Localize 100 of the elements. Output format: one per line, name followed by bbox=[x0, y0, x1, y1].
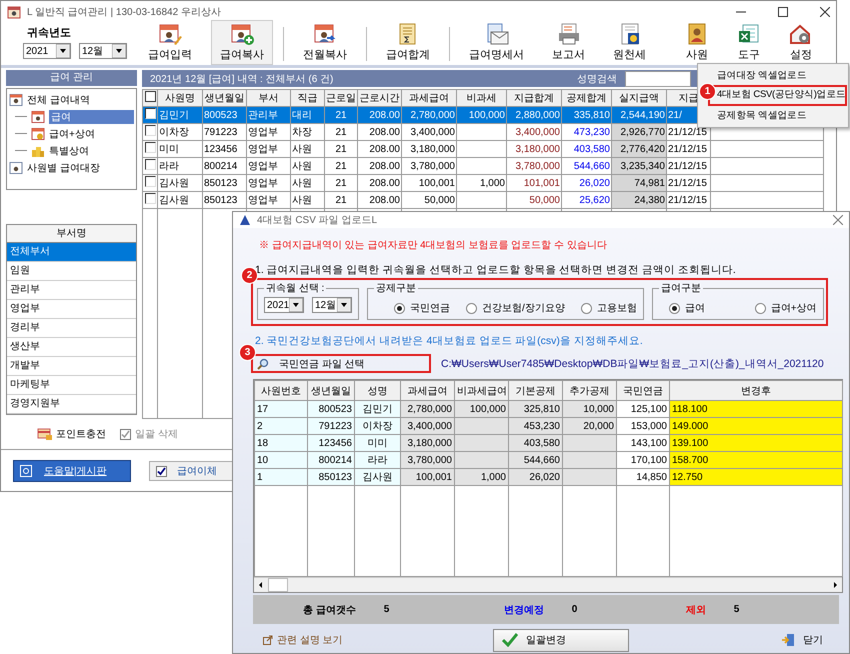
row-checkbox[interactable] bbox=[144, 193, 156, 204]
table-cell[interactable]: 50,000 bbox=[402, 192, 456, 208]
table-cell[interactable]: 2,776,420 bbox=[612, 140, 666, 158]
department-item[interactable]: 영업부 bbox=[7, 300, 136, 319]
table-cell[interactable]: 101,001 bbox=[506, 174, 562, 192]
table-cell[interactable]: 이차장 bbox=[158, 124, 202, 140]
toolbar-button[interactable]: 보고서 bbox=[543, 20, 594, 65]
month-dropdown[interactable]: 12월 bbox=[312, 297, 352, 313]
close-icon[interactable] bbox=[820, 7, 830, 17]
table-cell[interactable] bbox=[456, 124, 506, 140]
year-dropdown[interactable]: 2021 bbox=[264, 297, 304, 313]
table-cell[interactable]: 850123 bbox=[202, 192, 246, 208]
row-checkbox[interactable] bbox=[144, 142, 156, 153]
transfer-checkbox[interactable]: 급여이체 bbox=[149, 461, 235, 481]
table-cell[interactable]: 21 bbox=[324, 192, 358, 208]
table-cell[interactable]: 21/12/15 bbox=[666, 158, 710, 174]
tree-item[interactable]: 전체 급여내역 bbox=[9, 91, 134, 108]
toolbar-button[interactable]: 원천세 bbox=[604, 20, 655, 65]
radio-button[interactable]: 급여 bbox=[668, 301, 705, 315]
table-cell[interactable]: 800523 bbox=[202, 106, 246, 124]
toolbar-button[interactable]: 급여입력 bbox=[139, 20, 201, 65]
table-cell[interactable]: 사원 bbox=[290, 140, 324, 158]
row-checkbox[interactable] bbox=[144, 176, 156, 187]
table-cell[interactable]: 2,926,770 bbox=[612, 124, 666, 140]
table-cell[interactable]: 800214 bbox=[202, 158, 246, 174]
table-cell[interactable] bbox=[456, 158, 506, 174]
table-cell[interactable]: 2,544,190 bbox=[612, 106, 666, 124]
table-cell[interactable]: 123456 bbox=[202, 140, 246, 158]
toolbar-button[interactable]: 급여복사 bbox=[211, 20, 273, 65]
table-cell[interactable]: 사원 bbox=[290, 174, 324, 192]
radio-button[interactable]: 급여+상여 bbox=[754, 301, 817, 315]
dropdown-arrow-icon[interactable] bbox=[289, 298, 303, 312]
table-cell[interactable]: 208.00 bbox=[358, 158, 402, 174]
table-cell[interactable]: 208.00 bbox=[358, 106, 402, 124]
table-cell[interactable]: 3,400,000 bbox=[402, 124, 456, 140]
point-charge-button[interactable]: 포인트충전 bbox=[37, 427, 106, 441]
table-cell[interactable]: 미미 bbox=[158, 140, 202, 158]
department-item[interactable]: 경영지원부 bbox=[7, 395, 136, 414]
table-cell[interactable]: 영업부 bbox=[246, 174, 290, 192]
department-item[interactable]: 전체부서 bbox=[7, 243, 136, 262]
apply-button[interactable]: 일괄변경 bbox=[493, 628, 629, 652]
help-board-button[interactable]: 도움말|게시판 bbox=[13, 460, 131, 482]
table-cell[interactable]: 3,400,000 bbox=[506, 124, 562, 140]
table-cell[interactable]: 영업부 bbox=[246, 192, 290, 208]
table-cell[interactable]: 김사원 bbox=[158, 174, 202, 192]
table-cell[interactable]: 21 bbox=[324, 158, 358, 174]
table-cell[interactable]: 21/12/15 bbox=[666, 192, 710, 208]
table-cell[interactable]: 21 bbox=[324, 124, 358, 140]
table-cell[interactable]: 대리 bbox=[290, 106, 324, 124]
select-all-checkbox[interactable] bbox=[144, 91, 156, 102]
table-cell[interactable] bbox=[456, 192, 506, 208]
table-cell[interactable]: 100,000 bbox=[456, 106, 506, 124]
table-cell[interactable]: 영업부 bbox=[246, 140, 290, 158]
menu-item[interactable]: 급여대장 엑셀업로드 bbox=[701, 67, 845, 84]
department-item[interactable]: 임원 bbox=[7, 262, 136, 281]
toolbar-button[interactable]: 전월복사 bbox=[294, 20, 356, 65]
table-cell[interactable]: 사원 bbox=[290, 158, 324, 174]
name-search-field[interactable] bbox=[625, 70, 691, 86]
row-checkbox[interactable] bbox=[144, 125, 156, 136]
table-cell[interactable]: 관리부 bbox=[246, 106, 290, 124]
table-cell[interactable]: 208.00 bbox=[358, 124, 402, 140]
table-cell[interactable]: 김민기 bbox=[158, 106, 202, 124]
department-item[interactable]: 생산부 bbox=[7, 338, 136, 357]
table-cell[interactable]: 2,780,000 bbox=[402, 106, 456, 124]
toolbar-button[interactable]: 급여명세서 bbox=[460, 20, 533, 65]
table-cell[interactable]: 50,000 bbox=[506, 192, 562, 208]
table-cell[interactable]: 208.00 bbox=[358, 174, 402, 192]
dropdown-arrow-icon[interactable] bbox=[112, 44, 126, 58]
radio-button[interactable]: 건강보험/장기요양 bbox=[466, 301, 565, 315]
table-cell[interactable]: 208.00 bbox=[358, 192, 402, 208]
row-checkbox[interactable] bbox=[144, 159, 156, 170]
table-cell[interactable]: 21 bbox=[324, 140, 358, 158]
table-cell[interactable]: 74,981 bbox=[612, 174, 666, 192]
maximize-icon[interactable] bbox=[778, 7, 788, 17]
table-cell[interactable]: 3,780,000 bbox=[506, 158, 562, 174]
radio-button[interactable]: 고용보험 bbox=[580, 301, 637, 315]
table-cell[interactable]: 850123 bbox=[202, 174, 246, 192]
table-cell[interactable]: 1,000 bbox=[456, 174, 506, 192]
department-item[interactable]: 경리부 bbox=[7, 319, 136, 338]
horizontal-scrollbar[interactable] bbox=[254, 577, 842, 592]
close-button[interactable]: 닫기 bbox=[775, 632, 829, 648]
radio-button[interactable]: 국민연금 bbox=[394, 301, 450, 315]
table-cell[interactable]: 차장 bbox=[290, 124, 324, 140]
department-item[interactable]: 관리부 bbox=[7, 281, 136, 300]
table-cell[interactable] bbox=[456, 140, 506, 158]
department-item[interactable]: 개발부 bbox=[7, 357, 136, 376]
tree-item[interactable]: 급여+상여 bbox=[9, 125, 134, 142]
scroll-thumb[interactable] bbox=[268, 578, 288, 592]
table-cell[interactable]: 100,001 bbox=[402, 174, 456, 192]
table-cell[interactable]: 3,180,000 bbox=[402, 140, 456, 158]
table-cell[interactable]: 3,235,340 bbox=[612, 158, 666, 174]
file-select-button[interactable]: 국민연금 파일 선택 bbox=[251, 354, 431, 373]
tree-item[interactable]: 특별상여 bbox=[9, 142, 134, 159]
month-dropdown[interactable]: 12월 bbox=[79, 43, 127, 59]
table-cell[interactable]: 24,380 bbox=[612, 192, 666, 208]
table-cell[interactable]: 21/12/15 bbox=[666, 140, 710, 158]
table-cell[interactable]: 21 bbox=[324, 174, 358, 192]
table-cell[interactable]: 208.00 bbox=[358, 140, 402, 158]
table-cell[interactable]: 김사원 bbox=[158, 192, 202, 208]
table-cell[interactable]: 791223 bbox=[202, 124, 246, 140]
